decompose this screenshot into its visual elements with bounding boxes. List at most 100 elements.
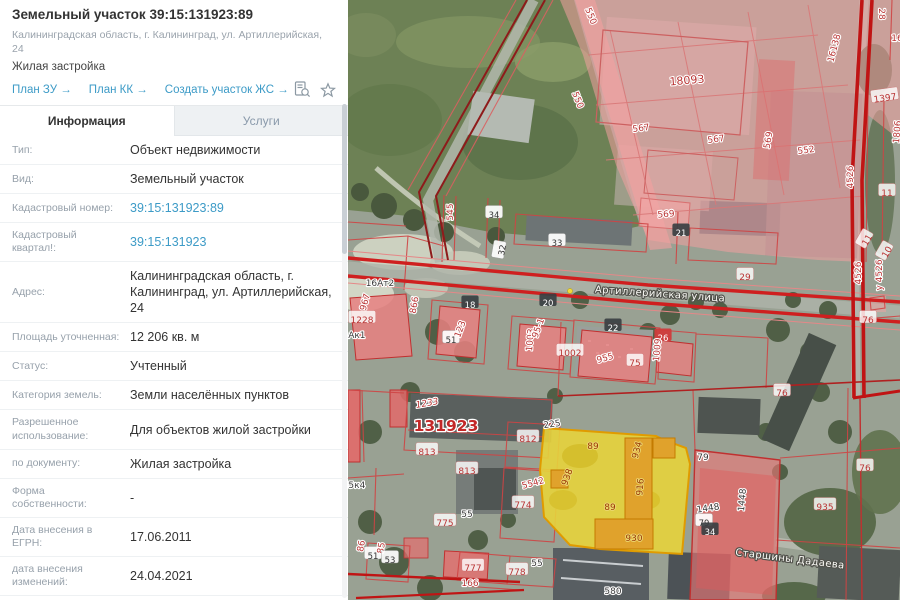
field-value[interactable]: 39:15:131923:89 <box>130 200 336 216</box>
info-row: Тип:Объект недвижимости <box>0 136 348 165</box>
selected-parcel-89[interactable] <box>540 428 690 554</box>
svg-text:1009: 1009 <box>652 338 664 362</box>
scrollbar-thumb[interactable] <box>342 104 347 254</box>
tab-services[interactable]: Услуги <box>174 106 349 136</box>
svg-text:76: 76 <box>776 389 788 399</box>
svg-text:76: 76 <box>862 316 874 326</box>
map-label: 774 <box>512 496 534 512</box>
svg-text:1806: 1806 <box>892 120 900 144</box>
svg-text:774: 774 <box>514 501 531 511</box>
field-label: Площадь уточненная: <box>12 331 130 344</box>
svg-text:21: 21 <box>676 229 687 239</box>
map-label: 1009 <box>652 338 664 362</box>
doc-search-icon[interactable] <box>294 81 311 98</box>
svg-text:75: 75 <box>629 359 640 369</box>
svg-text:580: 580 <box>604 587 621 597</box>
map-label: 1448 <box>737 488 749 512</box>
info-row: Категория земель:Земли населённых пункто… <box>0 381 348 410</box>
app-root: Земельный участок 39:15:131923:89 Калини… <box>0 0 900 600</box>
map-viewport[interactable]: 1809356756756955255055016138569281397161… <box>348 0 900 600</box>
parcel-usage-subtitle: Жилая застройка <box>12 61 336 73</box>
svg-text:55к4: 55к4 <box>348 481 366 491</box>
field-label: Кадастровый номер: <box>12 202 130 215</box>
map-label: 777 <box>462 559 484 575</box>
field-value: Учтенный <box>130 358 336 374</box>
field-label: Вид: <box>12 173 130 186</box>
tab-info[interactable]: Информация <box>0 106 174 136</box>
action-link[interactable]: План ЗУ → <box>12 84 72 96</box>
svg-text:131923: 131923 <box>414 417 479 435</box>
info-row: Форма собственности:- <box>0 479 348 518</box>
svg-text:79: 79 <box>697 453 709 463</box>
svg-text:813: 813 <box>418 448 435 458</box>
map-label: 55 <box>461 510 472 520</box>
svg-text:76: 76 <box>859 464 871 474</box>
info-row: дата внесения изменений:24.04.2021 <box>0 557 348 596</box>
svg-text:935: 935 <box>816 503 833 513</box>
field-value: Для объектов жилой застройки <box>130 422 336 438</box>
map-label: 569 <box>657 209 675 220</box>
field-label: по документу: <box>12 457 130 470</box>
map-label: 16 <box>891 34 900 44</box>
field-value: - <box>130 490 336 506</box>
map-label: 813 <box>416 443 438 459</box>
map-label: 28 <box>876 8 886 20</box>
info-row: Адрес:Калининградская область, г. Калини… <box>0 262 348 323</box>
info-row: Разрешенное использование:Для объектов ж… <box>0 410 348 449</box>
panel-tabs: ИнформацияУслуги <box>0 105 348 136</box>
svg-text:16: 16 <box>891 34 900 44</box>
action-link[interactable]: План КК → <box>89 84 148 96</box>
street-marker <box>568 289 573 294</box>
info-row: Кадастровая стоимость:49 973 805,2 руб. <box>0 596 348 600</box>
svg-text:930: 930 <box>625 534 642 544</box>
field-label: Кадастровый квартал!: <box>12 229 130 255</box>
map-label: 1228 <box>348 311 375 327</box>
map-label: 778 <box>506 563 528 579</box>
map-label: 775 <box>434 514 456 530</box>
field-value: Земли населённых пунктов <box>130 387 336 403</box>
svg-text:916: 916 <box>635 478 646 496</box>
map-label: 16Ат2 <box>366 279 395 289</box>
svg-text:16Ат2: 16Ат2 <box>366 279 395 289</box>
info-row: Кадастровый квартал!:39:15:131923 <box>0 223 348 262</box>
svg-text:569: 569 <box>657 209 675 220</box>
svg-text:812: 812 <box>519 435 536 445</box>
star-icon[interactable] <box>320 82 336 98</box>
map-label: 1806 <box>892 120 900 144</box>
field-value: Земельный участок <box>130 171 336 187</box>
info-row: Площадь уточненная:12 206 кв. м <box>0 323 348 352</box>
info-row: Кадастровый номер:39:15:131923:89 <box>0 194 348 223</box>
svg-text:1002: 1002 <box>559 349 582 359</box>
field-label: Адрес: <box>12 286 130 299</box>
panel-header: Земельный участок 39:15:131923:89 Калини… <box>0 0 348 98</box>
svg-text:32: 32 <box>497 244 509 256</box>
field-value: Калининградская область, г. Калининград,… <box>130 268 336 316</box>
svg-text:33: 33 <box>552 239 563 249</box>
map-label: 935 <box>814 498 836 514</box>
svg-text:34: 34 <box>489 211 500 221</box>
field-label: Категория земель: <box>12 389 130 402</box>
svg-text:18: 18 <box>465 301 476 311</box>
svg-text:53: 53 <box>385 556 396 566</box>
svg-text:3Ак1: 3Ак1 <box>348 331 366 341</box>
map-label: 545 <box>446 203 456 220</box>
svg-text:20: 20 <box>543 299 554 309</box>
svg-text:34: 34 <box>705 528 716 538</box>
field-value: Жилая застройка <box>130 456 336 472</box>
field-value: 24.04.2021 <box>130 568 336 584</box>
map-label: 166 <box>461 579 478 589</box>
field-label: дата внесения изменений: <box>12 563 130 589</box>
action-link[interactable]: Создать участок ЖС → <box>165 84 289 96</box>
map-label: 4526 <box>854 261 864 284</box>
field-label: Статус: <box>12 360 130 373</box>
svg-text:1448: 1448 <box>737 488 749 512</box>
map-label: 3Ак1 <box>348 331 366 341</box>
svg-text:4526: 4526 <box>846 165 856 188</box>
field-value[interactable]: 39:15:131923 <box>130 234 336 250</box>
svg-text:89: 89 <box>604 503 616 513</box>
info-row: Дата внесения в ЕГРН:17.06.2011 <box>0 518 348 557</box>
svg-text:1228: 1228 <box>351 316 374 326</box>
panel-scrollbar[interactable] <box>342 104 347 598</box>
map-label: 580 <box>604 587 621 597</box>
map-label: 89 <box>604 503 616 513</box>
